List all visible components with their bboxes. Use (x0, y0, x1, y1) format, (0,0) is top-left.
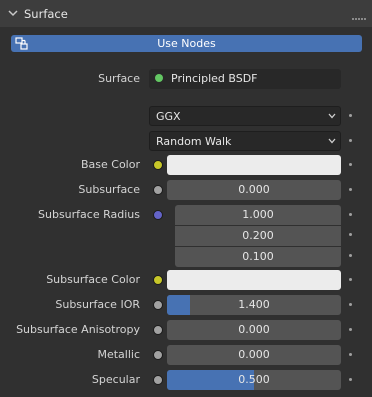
decorator-dot-icon[interactable] (349, 328, 352, 331)
metallic-row: Metallic 0.000 (0, 345, 372, 365)
subsurface-color-row: Subsurface Color (0, 270, 372, 290)
specular-slider[interactable]: 0.500 (167, 370, 341, 390)
chevron-down-icon[interactable] (8, 8, 18, 18)
use-nodes-label: Use Nodes (157, 37, 216, 50)
subsurface-ior-value: 1.400 (238, 298, 270, 311)
float-socket-icon[interactable] (153, 185, 163, 195)
subsurface-ior-label: Subsurface IOR (55, 298, 140, 311)
subsurface-method-row: Random Walk (0, 131, 372, 151)
distribution-value: GGX (156, 110, 181, 123)
subsurface-radius-row-z: 0.100 (0, 246, 372, 267)
float-socket-icon[interactable] (153, 300, 163, 310)
subsurface-anisotropy-value: 0.000 (238, 323, 270, 336)
subsurface-value: 0.000 (238, 183, 270, 196)
panel-header[interactable]: Surface (0, 0, 372, 27)
metallic-value: 0.000 (238, 348, 270, 361)
subsurface-anisotropy-label: Subsurface Anisotropy (16, 323, 140, 336)
subsurface-color-label: Subsurface Color (46, 273, 140, 286)
decorator-dot-icon[interactable] (349, 114, 352, 117)
metallic-label: Metallic (97, 348, 140, 361)
decorator-dot-icon[interactable] (349, 139, 352, 142)
subsurface-ior-slider[interactable]: 1.400 (167, 295, 341, 315)
subsurface-radius-label: Subsurface Radius (38, 208, 140, 221)
subsurface-radius-y-field[interactable]: 0.200 (175, 226, 341, 246)
surface-shader-field[interactable]: Principled BSDF (149, 69, 341, 89)
subsurface-radius-row: Subsurface Radius 1.000 (0, 205, 372, 225)
subsurface-method-value: Random Walk (156, 135, 232, 148)
color-socket-icon[interactable] (153, 275, 163, 285)
decorator-dot-icon[interactable] (349, 233, 352, 236)
base-color-row: Base Color (0, 155, 372, 175)
decorator-dot-icon[interactable] (349, 378, 352, 381)
metallic-field[interactable]: 0.000 (167, 345, 341, 365)
subsurface-anisotropy-field[interactable]: 0.000 (167, 320, 341, 340)
use-nodes-button[interactable]: Use Nodes (11, 35, 362, 52)
decorator-dot-icon[interactable] (349, 353, 352, 356)
subsurface-radius-row-y: 0.200 (0, 225, 372, 246)
decorator-dot-icon[interactable] (349, 188, 352, 191)
surface-label: Surface (98, 72, 140, 85)
base-color-swatch[interactable] (167, 155, 341, 175)
subsurface-radius-x-field[interactable]: 1.000 (175, 205, 341, 225)
specular-value: 0.500 (238, 373, 270, 386)
subsurface-row: Subsurface 0.000 (0, 180, 372, 200)
subsurface-label: Subsurface (78, 183, 140, 196)
decorator-dot-icon[interactable] (349, 278, 352, 281)
subsurface-ior-row: Subsurface IOR 1.400 (0, 295, 372, 315)
decorator-dot-icon[interactable] (349, 254, 352, 257)
decorator-dot-icon[interactable] (349, 303, 352, 306)
surface-panel: Use Nodes Surface Principled BSDF GGX Ra… (0, 27, 372, 397)
drag-grip-icon[interactable] (352, 10, 367, 23)
surface-row: Surface Principled BSDF (0, 69, 372, 89)
dropdown-arrow-icon (328, 138, 336, 144)
subsurface-anisotropy-row: Subsurface Anisotropy 0.000 (0, 320, 372, 340)
surface-shader-value: Principled BSDF (171, 72, 258, 85)
float-socket-icon[interactable] (153, 375, 163, 385)
decorator-dot-icon[interactable] (349, 213, 352, 216)
subsurface-radius-z-value: 0.100 (242, 250, 274, 263)
dropdown-arrow-icon (328, 113, 336, 119)
distribution-dropdown[interactable]: GGX (149, 106, 341, 126)
shader-socket-icon (155, 74, 163, 82)
color-socket-icon[interactable] (153, 160, 163, 170)
specular-row: Specular 0.500 (0, 370, 372, 390)
vector-socket-icon[interactable] (153, 210, 163, 220)
subsurface-radius-z-field[interactable]: 0.100 (175, 247, 341, 267)
subsurface-field[interactable]: 0.000 (167, 180, 341, 200)
decorator-dot-icon[interactable] (349, 163, 352, 166)
distribution-row: GGX (0, 106, 372, 126)
float-socket-icon[interactable] (153, 325, 163, 335)
subsurface-radius-y-value: 0.200 (242, 229, 274, 242)
panel-title: Surface (24, 7, 68, 21)
specular-label: Specular (91, 373, 140, 386)
subsurface-method-dropdown[interactable]: Random Walk (149, 131, 341, 151)
subsurface-radius-x-value: 1.000 (242, 208, 274, 221)
base-color-label: Base Color (80, 158, 140, 171)
subsurface-color-swatch[interactable] (167, 270, 341, 290)
float-socket-icon[interactable] (153, 350, 163, 360)
